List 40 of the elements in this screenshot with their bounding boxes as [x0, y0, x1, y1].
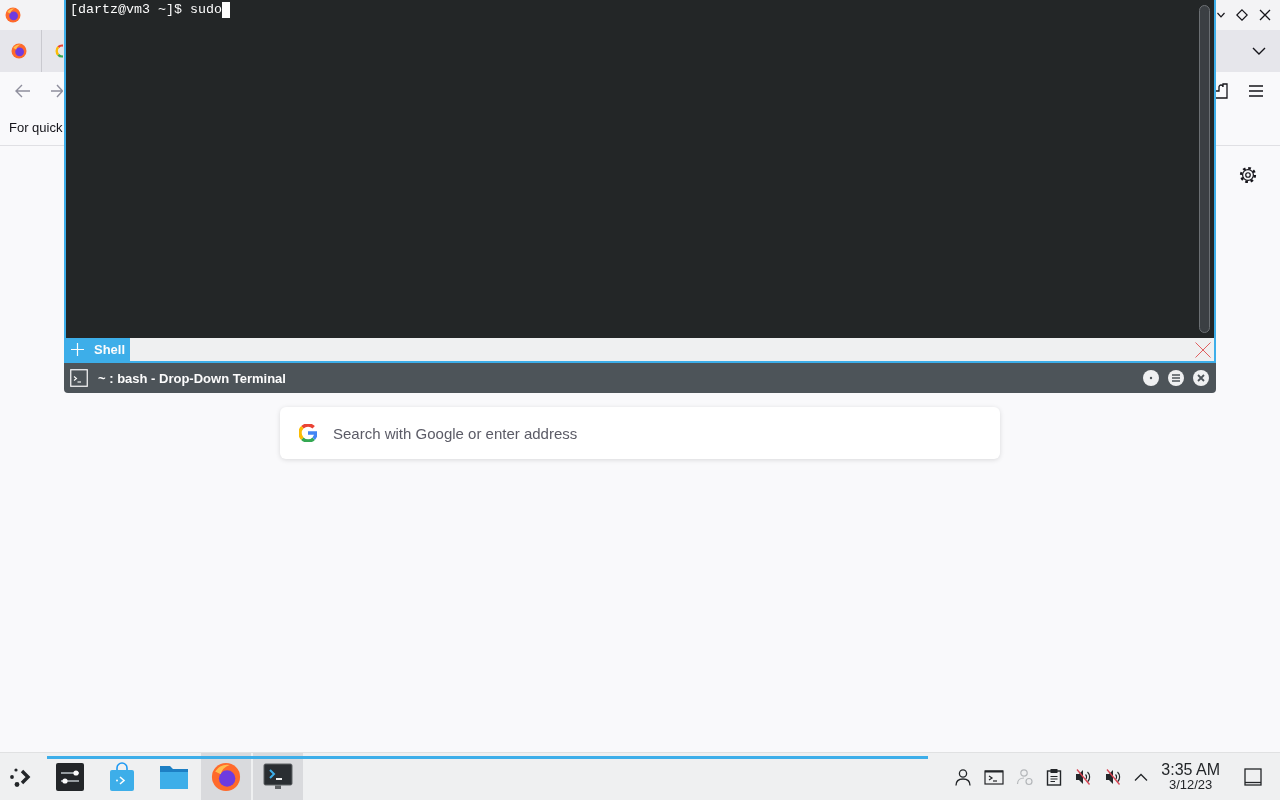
settings-icon[interactable]	[1239, 166, 1257, 184]
diamond-icon[interactable]	[1236, 9, 1248, 21]
fox-globe-icon	[211, 761, 241, 792]
close-icon[interactable]	[1259, 9, 1271, 21]
show-desktop-icon[interactable]	[1244, 767, 1262, 786]
fox-globe-icon	[5, 7, 21, 23]
close-icon[interactable]	[1193, 370, 1209, 386]
taskbar-button[interactable]	[253, 753, 303, 800]
clipboard-icon[interactable]	[1046, 767, 1063, 786]
sliders-icon	[56, 762, 84, 791]
plus-icon	[70, 343, 84, 356]
user-icon[interactable]	[954, 767, 973, 786]
clock-date: 3/12/23	[1168, 778, 1213, 792]
shopping-bag-icon	[109, 761, 135, 792]
terminal-tab[interactable]: Shell	[88, 338, 131, 361]
bookmarks-toolbar-text: For quick	[9, 120, 63, 135]
cursor-icon	[221, 1, 230, 18]
muted-speaker-icon[interactable]	[1104, 767, 1123, 786]
g-logo-icon	[299, 424, 317, 442]
g-logo-icon	[54, 43, 63, 59]
terminal-text: [dartz@vm3 ~]$ sudo	[70, 1, 222, 18]
menu-icon[interactable]	[1248, 84, 1264, 98]
clock-time: 3:35 AM	[1161, 761, 1220, 778]
scrollbar-thumb[interactable]	[1199, 5, 1210, 333]
folder-icon	[159, 763, 189, 790]
chevron-down-icon[interactable]	[1217, 12, 1225, 18]
puzzle-icon[interactable]	[1216, 83, 1228, 99]
terminal-icon[interactable]	[984, 768, 1005, 785]
chevron-down-icon[interactable]	[1252, 47, 1266, 55]
left-arrow-icon[interactable]	[15, 84, 31, 98]
muted-speaker-icon[interactable]	[1074, 767, 1093, 786]
window-title: ~ : bash - Drop-Down Terminal	[98, 370, 286, 386]
right-arrow-icon[interactable]	[51, 84, 63, 98]
terminal-icon	[70, 369, 88, 387]
terminal-icon	[263, 763, 293, 790]
caret-up-icon[interactable]	[1134, 772, 1149, 781]
search-field[interactable]: Search with Google or enter address	[280, 407, 1000, 459]
fox-globe-icon	[11, 43, 27, 59]
dot-circle-icon[interactable]	[1143, 370, 1159, 386]
menu-icon[interactable]	[1168, 370, 1184, 386]
